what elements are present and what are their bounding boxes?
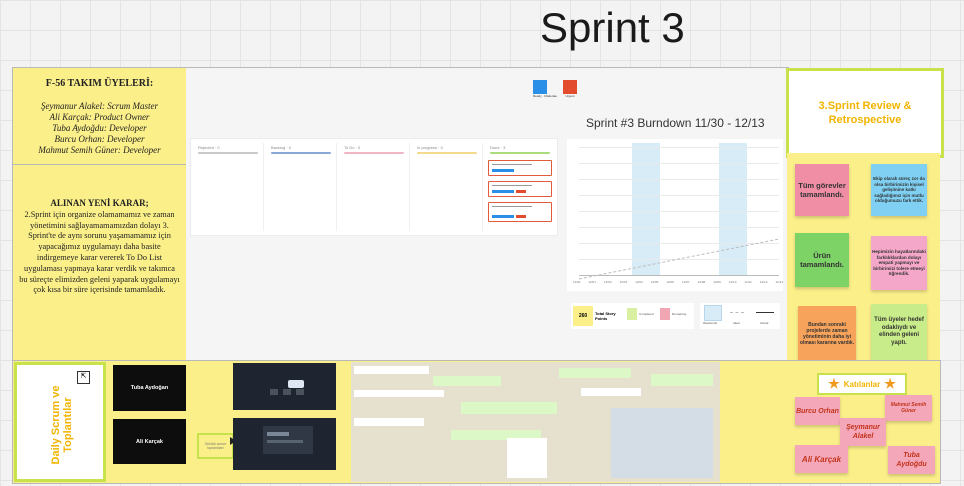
retro-note[interactable]: Tüm görevler tamamlandı. — [795, 164, 849, 216]
participants-title: ★ Katılanlar ★ — [817, 373, 907, 395]
retro-note[interactable]: Ekip olarak süreç zor da olsa birbirimiz… — [871, 164, 927, 216]
legend-swatch — [563, 80, 578, 94]
board-legend: Ready · Moderate Urgent — [533, 80, 578, 98]
legend-label: Ready · Moderate — [533, 94, 558, 98]
ideal-line — [578, 238, 780, 280]
retro-note[interactable]: Ürün tamamlandı. — [795, 233, 849, 287]
retro-note[interactable]: Bundan sonraki projelerde zaman yönetimi… — [798, 306, 856, 362]
legend-swatch — [660, 308, 670, 320]
participant-note[interactable]: Ali Karçak — [795, 445, 848, 473]
team-member: Şeymanur Alakel: Scrum Master — [40, 101, 159, 111]
legend-label: Urgent — [565, 94, 575, 98]
board-column: Done · 3 — [485, 143, 555, 231]
participant-note[interactable]: Tuba Aydoğdu — [888, 446, 935, 474]
burndown-legend: Weekends Ideal Actual — [700, 303, 780, 329]
legend-label: Remaining — [672, 312, 687, 316]
total-points-label: Total Story Points — [595, 311, 616, 321]
retro-note[interactable]: Hepimizin hayatlarındaki farklılıklardan… — [871, 236, 927, 290]
team-member: Ali Karçak: Product Owner — [49, 112, 150, 122]
export-icon[interactable]: ⇱ — [77, 371, 90, 384]
legend-label: Completed — [639, 312, 654, 316]
decision-heading: ALINAN YENİ KARAR; — [50, 198, 149, 208]
team-member: Burcu Orhan: Developer — [54, 134, 145, 144]
team-heading: F-56 TAKIM ÜYELERİ: — [45, 78, 154, 89]
burndown-title: Sprint #3 Burndown 11/30 - 12/13 — [586, 116, 765, 130]
legend-swatch — [533, 80, 547, 94]
daily-title-card: Daily Scrum ve Toplantılar ⇱ — [14, 362, 106, 482]
board-column: To Do · 0 — [339, 143, 410, 231]
participant-note[interactable]: Burcu Orhan — [795, 397, 840, 425]
star-icon: ★ — [884, 376, 896, 391]
review-title: 3.Sprint Review & Retrospective — [786, 68, 944, 158]
star-icon: ★ — [828, 376, 840, 391]
chat-screenshot — [351, 362, 720, 482]
decision-body: 2.Sprint için organize olamamamız ve zam… — [19, 209, 180, 295]
participant-note[interactable]: Şeymanur Alakel — [840, 418, 886, 446]
team-member: Tuba Aydoğdu: Developer — [52, 123, 147, 133]
x-ticks: 11/30 12/01 12/02 12/03 12/04 12/05 12/06 12/… — [573, 280, 783, 284]
page-title: Sprint 3 — [540, 4, 685, 51]
retro-note[interactable]: Tüm üyeler hedef odaklıydı ve elinden ge… — [871, 304, 927, 360]
burndown-summary: 260 Total Story Points Completed Remaini… — [571, 303, 694, 329]
meeting-screenshot: Tuba Aydoğan — [113, 365, 186, 411]
decision-panel: ALINAN YENİ KARAR; 2.Sprint için organiz… — [13, 165, 186, 360]
meeting-note[interactable]: Günlük scrum toplantıları — [197, 433, 234, 459]
task-card[interactable] — [488, 202, 552, 222]
task-card[interactable] — [488, 160, 552, 176]
board-column: In progress · 0 — [412, 143, 483, 231]
task-card[interactable] — [488, 181, 552, 197]
participant-note[interactable]: Mahmut Semih Güner — [885, 395, 932, 421]
total-points-value: 260 — [573, 306, 593, 326]
meeting-screenshot — [233, 418, 336, 470]
team-panel: F-56 TAKIM ÜYELERİ: Şeymanur Alakel: Scr… — [13, 68, 186, 165]
team-member: Mahmut Semih Güner: Developer — [38, 145, 161, 155]
board-column: Rejected · 0 — [193, 143, 264, 231]
meeting-screenshot — [233, 363, 336, 410]
board-column: Backlog · 0 — [266, 143, 337, 231]
legend-swatch — [627, 308, 637, 320]
kanban-board[interactable]: Rejected · 0 Backlog · 0 To Do · 0 In pr… — [190, 138, 558, 236]
burndown-chart: 11/30 12/01 12/02 12/03 12/04 12/05 12/06 12/… — [567, 139, 783, 291]
daily-title: Daily Scrum ve Toplantılar — [50, 385, 74, 465]
meeting-screenshot: Ali Karçak — [113, 419, 186, 464]
